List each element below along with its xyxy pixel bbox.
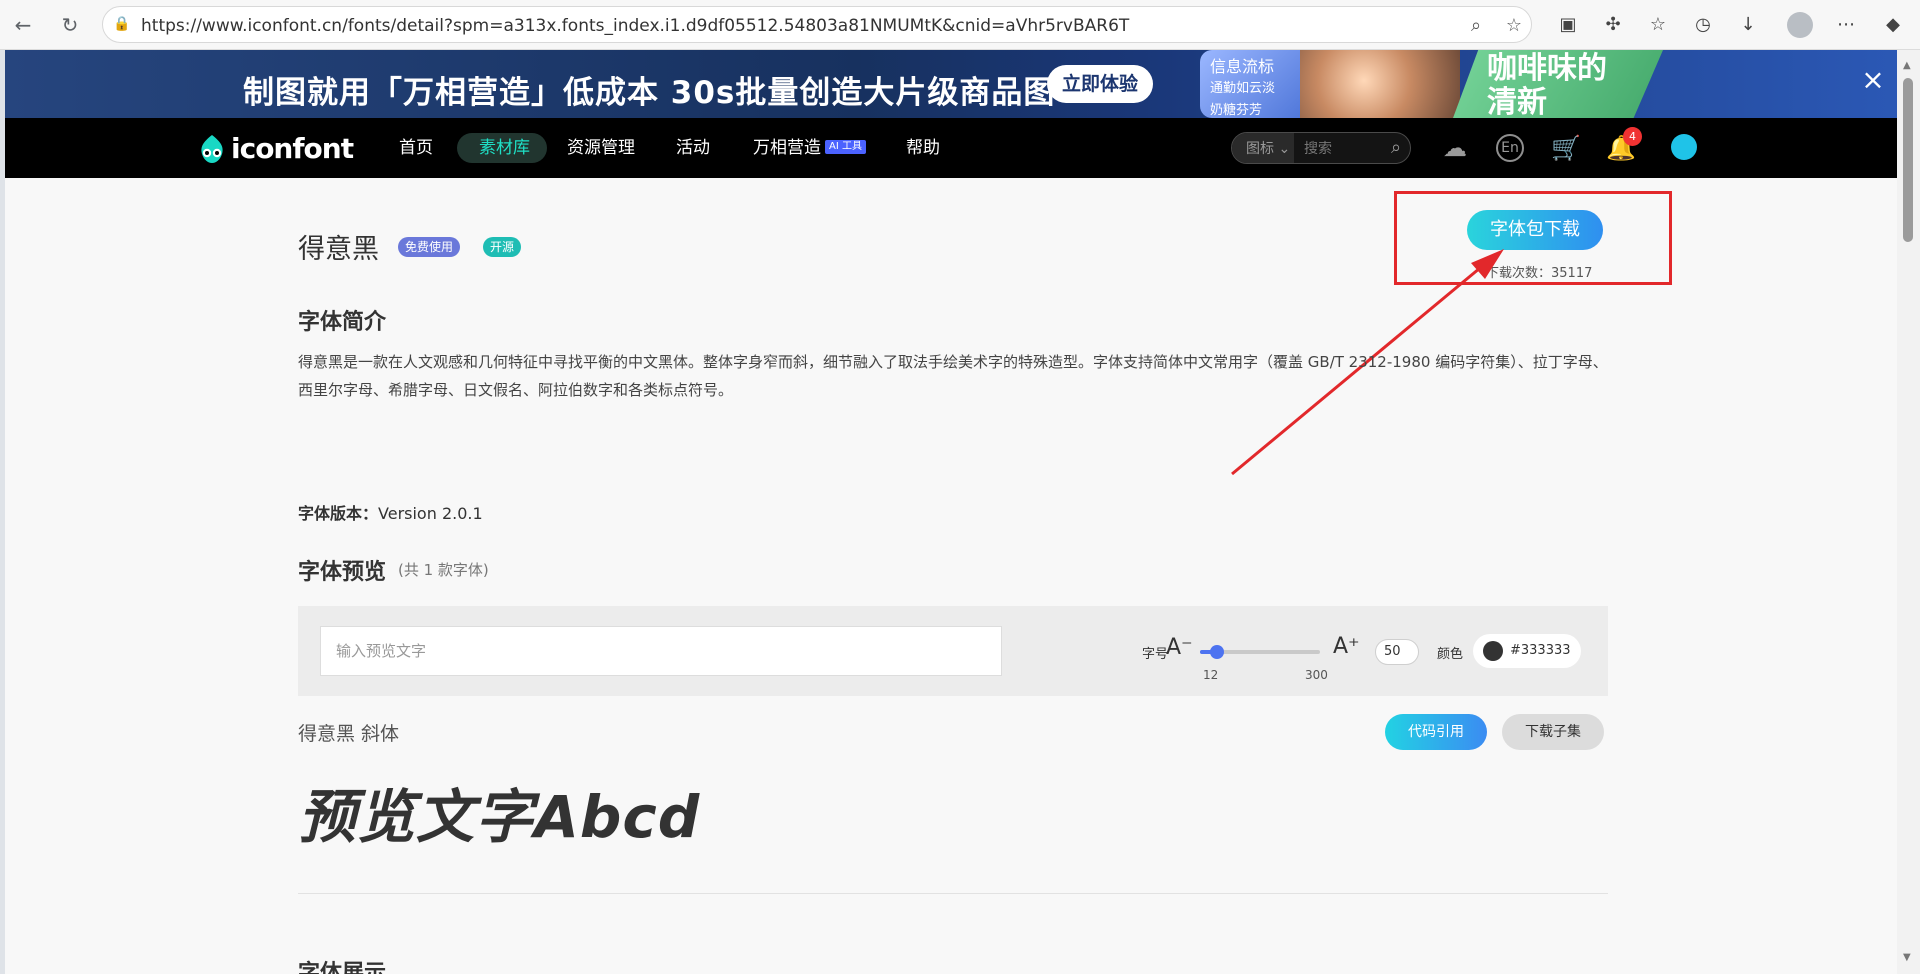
decrease-font-size-icon[interactable]: A⁻ (1166, 635, 1193, 660)
color-picker[interactable]: #333333 (1473, 634, 1581, 668)
color-swatch[interactable] (1483, 641, 1503, 661)
code-reference-button[interactable]: 代码引用 (1385, 714, 1487, 750)
font-style-name: 得意黑 斜体 (298, 723, 400, 745)
history-icon[interactable]: ◷ (1690, 12, 1716, 38)
color-hex-value[interactable]: #333333 (1510, 643, 1571, 658)
search-type-select[interactable]: 图标 ⌄ (1232, 133, 1294, 163)
banner-art-card: 信息流标 通勤如云淡 奶糖芬芳 (1200, 50, 1310, 118)
search-type-label: 图标 (1246, 141, 1274, 157)
banner-headline[interactable]: 制图就用「万相营造」低成本 30s批量创造大片级商品图 (243, 67, 1055, 112)
page-viewport: 制图就用「万相营造」低成本 30s批量创造大片级商品图 立即体验 信息流标 通勤… (5, 50, 1897, 974)
lock-icon[interactable]: 🔒 (113, 15, 131, 33)
puzzle-icon[interactable]: ✣ (1600, 12, 1626, 38)
search-input[interactable] (1304, 133, 1384, 163)
banner-art-text: 清新 (1487, 85, 1547, 119)
back-icon[interactable]: ← (10, 12, 36, 38)
font-preview-sample: 预览文字Abcd (298, 783, 701, 851)
font-size-slider[interactable] (1200, 645, 1320, 659)
open-source-tag: 开源 (483, 237, 522, 257)
font-intro-title: 字体简介 (298, 310, 387, 335)
scroll-down-icon[interactable]: ▼ (1903, 952, 1914, 963)
font-preview-count: (共 1 款字体) (398, 561, 489, 579)
favorite-icon[interactable]: ☆ (1503, 15, 1525, 37)
nav-help[interactable]: 帮助 (906, 134, 940, 162)
more-icon[interactable]: ⋯ (1833, 12, 1859, 38)
font-size-value-input[interactable]: 50 (1375, 639, 1419, 665)
upload-cloud-icon[interactable]: ☁ (1440, 133, 1470, 163)
font-showcase-title: 字体展示 (298, 961, 387, 974)
nav-activities[interactable]: 活动 (676, 134, 710, 162)
banner-art-text: 奶糖芬芳 (1210, 103, 1263, 118)
page-scrollbar[interactable]: ▲ ▼ (1897, 50, 1920, 974)
font-version-value: Version 2.0.1 (378, 504, 483, 523)
url-text[interactable]: https://www.iconfont.cn/fonts/detail?spm… (141, 16, 1129, 36)
increase-font-size-icon[interactable]: A⁺ (1333, 634, 1360, 659)
logo-text[interactable]: iconfont (231, 132, 354, 165)
preview-text-input[interactable] (320, 626, 1002, 676)
scroll-thumb[interactable] (1903, 78, 1913, 242)
font-detail-content: 得意黑 免费使用 开源 字体包下载 下载次数：35117 字体简介 得意黑是一款… (5, 178, 1897, 974)
cart-icon[interactable]: 🛒 (1551, 133, 1581, 163)
section-divider (298, 893, 1608, 894)
close-icon[interactable]: × (1861, 66, 1885, 94)
banner-cta-button[interactable]: 立即体验 (1047, 65, 1153, 103)
font-version: 字体版本：Version 2.0.1 (298, 500, 483, 524)
font-size-min: 12 (1203, 668, 1219, 682)
site-navigation: iconfont 首页 素材库 资源管理 活动 万相营造 AI 工具 帮助 图标… (5, 118, 1897, 178)
banner-art-text: 咖啡味的 (1487, 51, 1607, 86)
address-bar[interactable]: 🔒 https://www.iconfont.cn/fonts/detail?s… (102, 6, 1532, 43)
font-preview-controls: 字号 A⁻ A⁺ 12 300 50 颜色 #333333 (298, 606, 1608, 696)
language-label: En (1501, 140, 1519, 156)
favorites-icon[interactable]: ☆ (1645, 12, 1671, 38)
font-size-label: 字号 (1142, 647, 1169, 662)
font-name-title: 得意黑 (298, 234, 379, 265)
ai-tool-badge: AI 工具 (825, 140, 866, 154)
banner-model-image (1300, 50, 1460, 118)
nav-material-library[interactable]: 素材库 (479, 134, 530, 162)
font-version-label: 字体版本： (298, 504, 379, 523)
site-logo[interactable]: iconfont (195, 131, 354, 165)
notification-count-badge: 4 (1623, 127, 1642, 146)
copilot-icon[interactable]: ◆ (1880, 12, 1906, 38)
free-use-tag: 免费使用 (398, 237, 461, 257)
font-intro-text: 得意黑是一款在人文观感和几何特征中寻找平衡的中文黑体。整体字身窄而斜，细节融入了… (298, 353, 1608, 399)
extension-icon[interactable]: ▣ (1555, 12, 1581, 38)
font-size-slider-handle[interactable] (1210, 645, 1224, 659)
download-subset-button[interactable]: 下载子集 (1502, 714, 1604, 750)
user-avatar[interactable] (1671, 134, 1697, 160)
banner-coffee-card: 咖啡味的 清新 (1453, 50, 1663, 118)
download-icon[interactable]: ↓ (1735, 12, 1761, 38)
promo-banner[interactable]: 制图就用「万相营造」低成本 30s批量创造大片级商品图 立即体验 信息流标 通勤… (5, 50, 1897, 118)
font-preview-title: 字体预览 (298, 560, 387, 585)
banner-art-text: 通勤如云淡 (1210, 81, 1276, 96)
search-icon[interactable]: ⌕ (1386, 138, 1406, 158)
font-size-max: 300 (1305, 668, 1328, 682)
iconfont-logo-icon (201, 135, 223, 163)
nav-home[interactable]: 首页 (399, 134, 433, 162)
browser-toolbar: ← ↻ 🔒 https://www.iconfont.cn/fonts/deta… (0, 0, 1920, 50)
language-en-icon[interactable]: En (1496, 134, 1524, 162)
zoom-icon[interactable]: ⌕ (1465, 15, 1487, 37)
nav-wanxiang[interactable]: 万相营造 (753, 134, 821, 162)
reload-icon[interactable]: ↻ (57, 12, 83, 38)
nav-resource-management[interactable]: 资源管理 (567, 134, 635, 162)
scroll-up-icon[interactable]: ▲ (1903, 60, 1914, 71)
site-search[interactable]: 图标 ⌄ ⌕ (1231, 132, 1411, 164)
profile-avatar[interactable] (1787, 12, 1813, 38)
banner-art-text: 信息流标 (1210, 57, 1275, 76)
color-label: 颜色 (1437, 647, 1464, 662)
